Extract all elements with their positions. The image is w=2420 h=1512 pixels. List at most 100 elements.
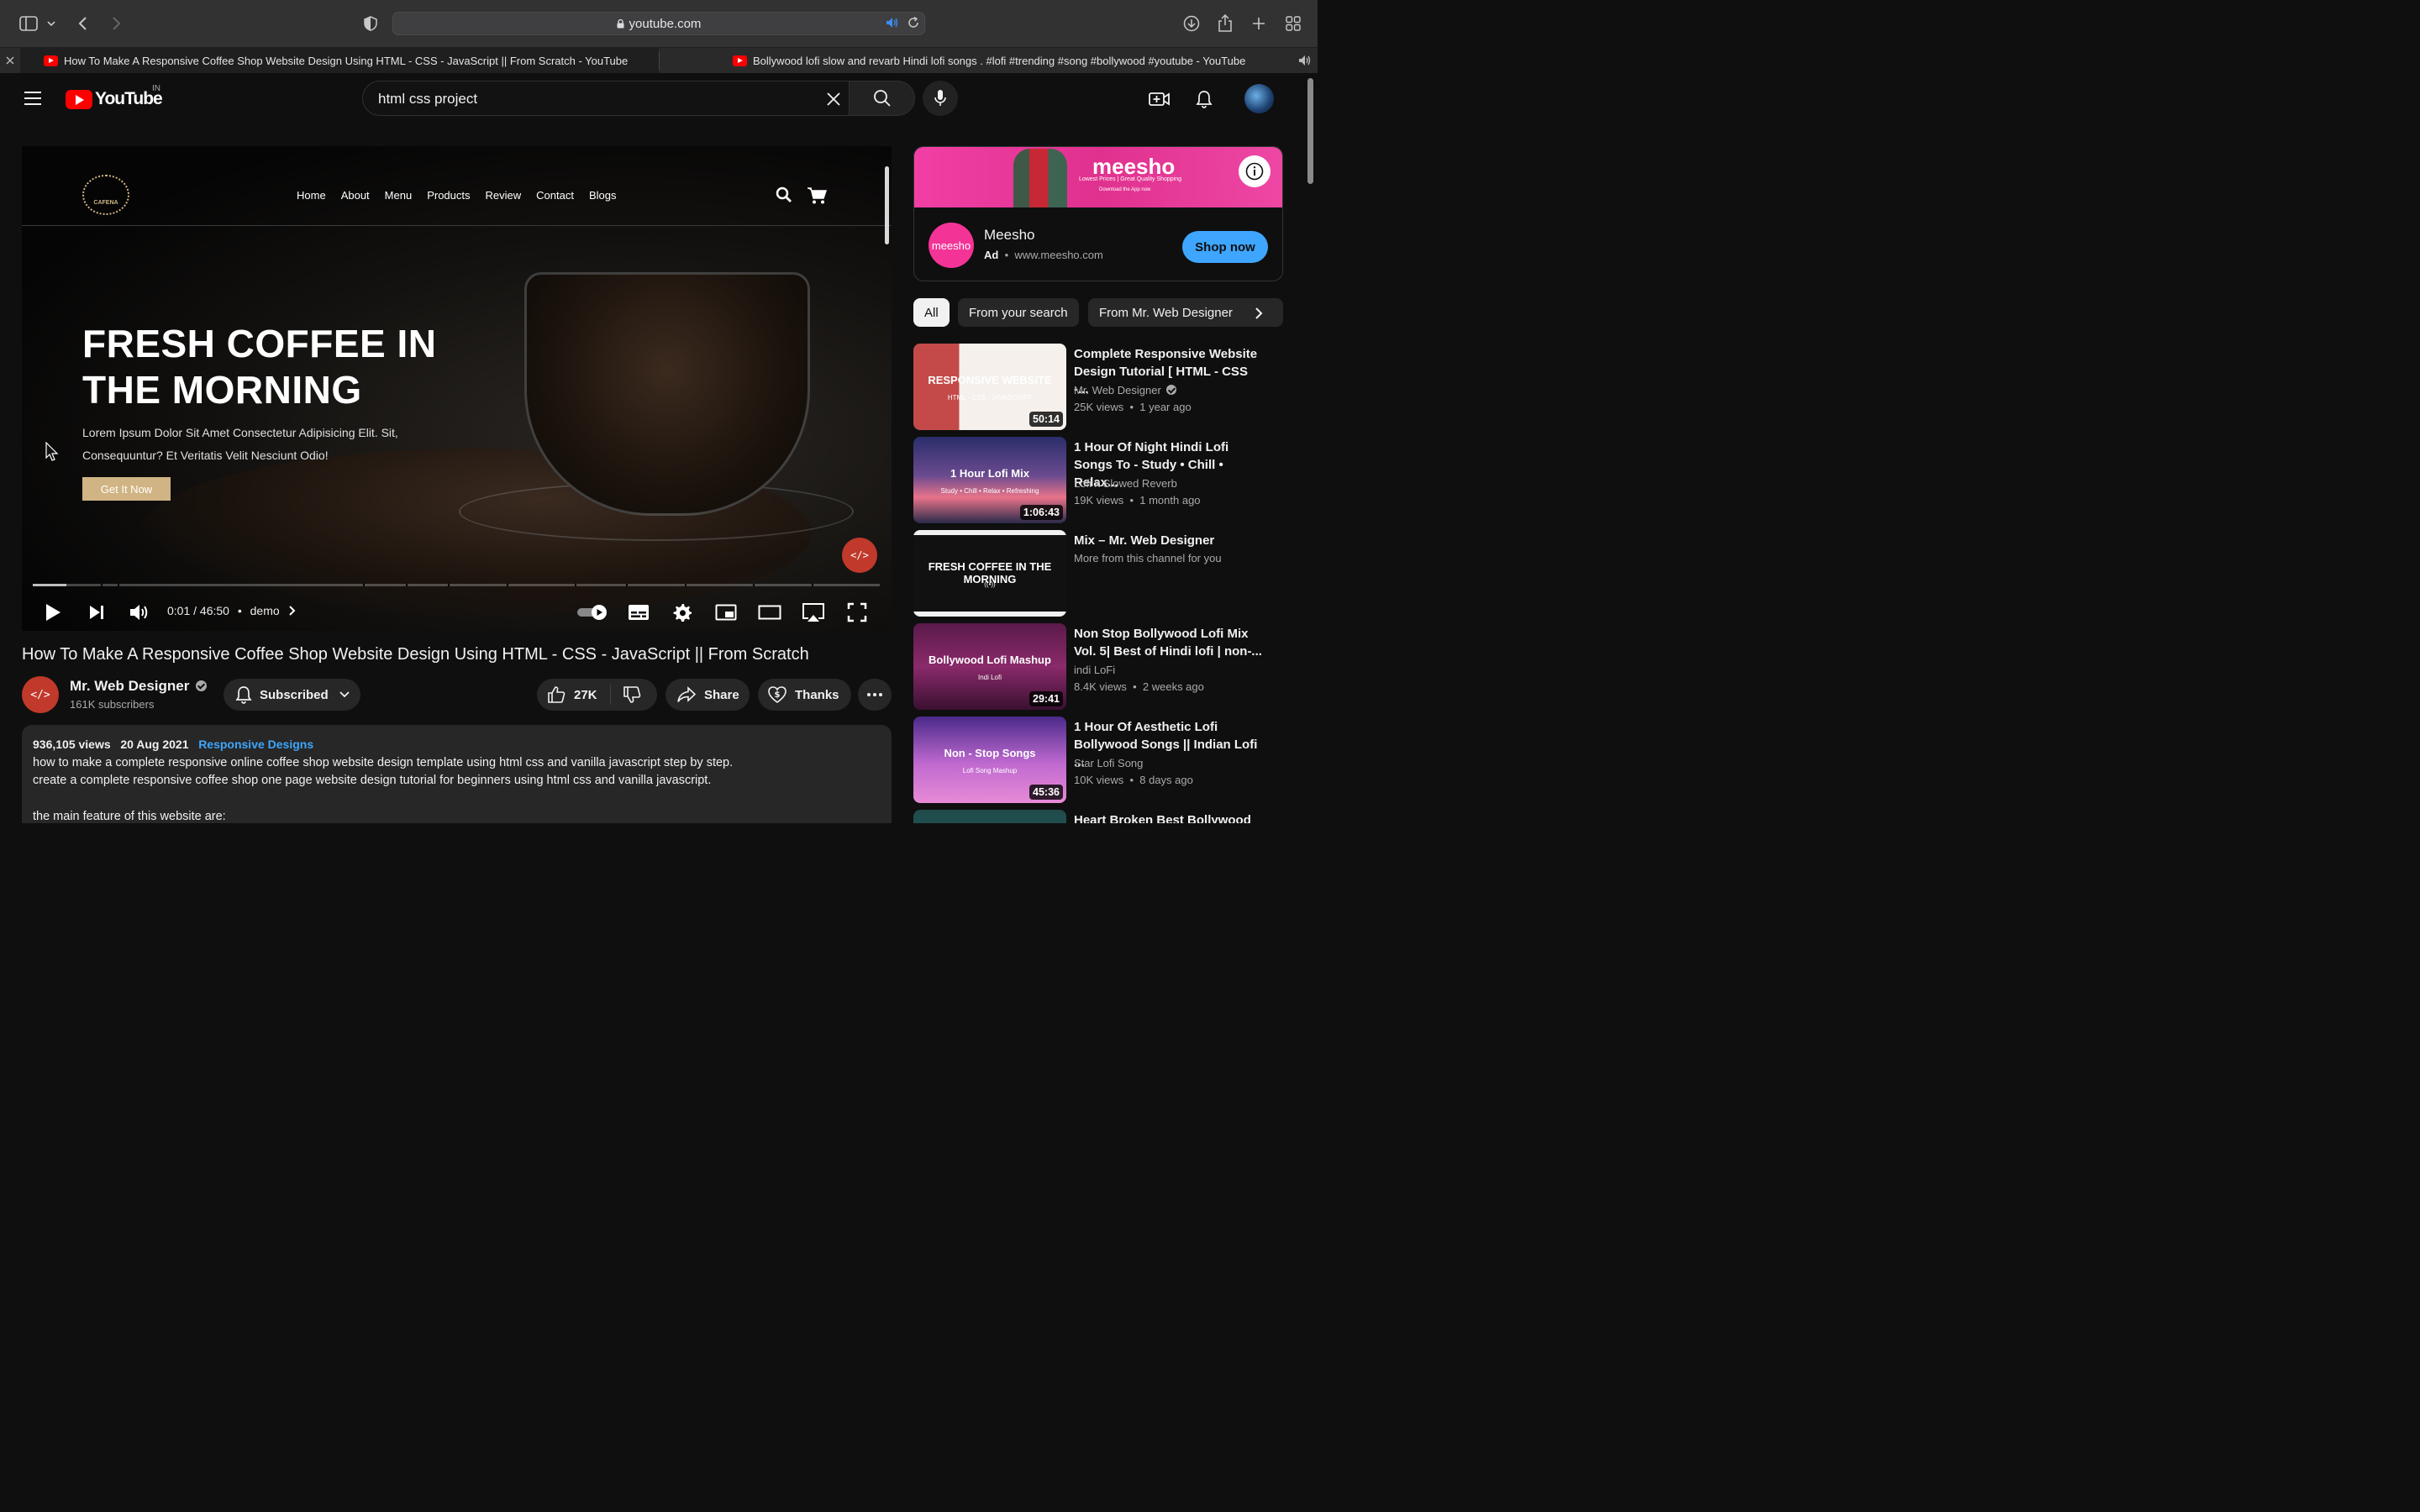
settings-button[interactable]	[668, 598, 697, 627]
share-icon[interactable]	[1213, 12, 1237, 35]
speaker-icon[interactable]	[1298, 55, 1312, 71]
ad-logo[interactable]: meesho	[929, 223, 974, 268]
chip-from-your-search[interactable]: From your search	[958, 298, 1079, 327]
notifications-bell-icon[interactable]	[1192, 87, 1216, 111]
downloads-icon[interactable]	[1180, 12, 1203, 35]
ad-banner[interactable]: meesho Lowest Prices | Great Quality Sho…	[914, 147, 1282, 207]
menu-icon[interactable]	[24, 92, 41, 105]
chevron-down-icon[interactable]	[42, 12, 60, 35]
recommendation-meta: 19K views • 1 month ago	[1074, 494, 1201, 507]
recommendation-channel[interactable]: Lofi x Slowed Reverb	[1074, 477, 1177, 490]
time-display: 0:01 / 46:50 • demo	[167, 604, 297, 617]
video-thumbnail[interactable]: Non - Stop Songs Lofi Song Mashup 45:36	[913, 717, 1066, 803]
channel-name-row[interactable]: Mr. Web Designer	[70, 678, 208, 695]
thanks-button[interactable]: $ Thanks	[758, 679, 851, 711]
recommendation-channel-row[interactable]: Star Lofi Song	[1074, 757, 1143, 769]
hero-title: FRESH COFFEE IN THE MORNING	[82, 321, 437, 413]
video-thumbnail[interactable]: RESPONSIVE WEBSITE HTML - CSS - JAVASCRIP…	[913, 344, 1066, 430]
tab-overview-icon[interactable]	[1281, 12, 1305, 35]
clear-search-icon[interactable]	[823, 89, 844, 109]
channel-avatar[interactable]: </>	[22, 676, 59, 713]
recommendation-item[interactable]: FRESH COFFEE IN THE MORNING ((•)) Mix – Mr…	[913, 530, 1283, 617]
hashtag-link[interactable]: Responsive Designs	[198, 738, 313, 751]
dislike-button[interactable]	[611, 685, 641, 704]
address-bar[interactable]: youtube.com	[392, 12, 925, 35]
tab-coffee-shop[interactable]: How To Make A Responsive Coffee Shop Web…	[20, 48, 659, 74]
recommendation-title[interactable]: Heart Broken Best Bollywood	[1074, 811, 1263, 823]
subscribed-button[interactable]: Subscribed	[224, 679, 360, 711]
recommendation-channel-row[interactable]: More from this channel for you	[1074, 552, 1222, 564]
recommendation-title[interactable]: Mix – Mr. Web Designer	[1074, 532, 1263, 549]
account-avatar[interactable]	[1244, 84, 1274, 113]
play-button[interactable]	[39, 598, 67, 627]
chip-all[interactable]: All	[913, 298, 950, 327]
chapter-title[interactable]: demo	[250, 604, 280, 617]
shield-icon[interactable]	[359, 12, 382, 35]
airplay-button[interactable]	[799, 598, 828, 627]
video-thumbnail[interactable]: Bollywood Lofi Mashup Indi Lofi 29:41	[913, 623, 1066, 710]
miniplayer-button[interactable]	[712, 598, 740, 627]
share-button[interactable]: Share	[666, 679, 750, 711]
back-icon[interactable]	[71, 12, 95, 35]
forward-icon[interactable]	[104, 12, 128, 35]
voice-search-button[interactable]	[923, 81, 958, 116]
recommendation-channel[interactable]: More from this channel for you	[1074, 552, 1222, 564]
recommendation-item[interactable]: 1 Hour Lofi Mix Study • Chill • Relax • R…	[913, 437, 1283, 523]
recommendation-channel-row[interactable]: Lofi x Slowed Reverb	[1074, 477, 1177, 490]
search-icon	[873, 90, 891, 107]
chapter-marker	[363, 584, 366, 586]
theater-mode-button[interactable]	[755, 598, 784, 627]
chevron-right-icon[interactable]	[1248, 302, 1269, 323]
video-thumbnail[interactable]: 1 Hour Lofi Mix Study • Chill • Relax • R…	[913, 437, 1066, 523]
recommendation-channel[interactable]: indi LoFi	[1074, 664, 1115, 676]
video-thumbnail[interactable]: FRESH COFFEE IN THE MORNING ((•))	[913, 530, 1066, 617]
audio-playing-icon[interactable]	[886, 17, 899, 33]
channel-watermark[interactable]: </>	[842, 538, 877, 573]
miniplayer-icon	[715, 604, 737, 621]
thumbnail-title: 1 Hour Lofi Mix	[950, 467, 1029, 480]
sidebar-toggle-icon[interactable]	[17, 12, 40, 35]
recommendation-channel[interactable]: Mr. Web Designer	[1074, 384, 1161, 396]
reload-icon[interactable]	[908, 16, 919, 33]
channel-name[interactable]: Mr. Web Designer	[70, 678, 189, 694]
video-thumbnail[interactable]	[913, 810, 1066, 823]
lock-icon	[617, 19, 624, 29]
recommendation-channel[interactable]: Star Lofi Song	[1074, 757, 1143, 769]
recommendation-title[interactable]: Non Stop Bollywood Lofi Mix Vol. 5| Best…	[1074, 625, 1263, 660]
recommendation-channel-row[interactable]: Mr. Web Designer	[1074, 384, 1176, 396]
volume-button[interactable]	[125, 598, 154, 627]
page-scrollbar-thumb[interactable]	[1307, 78, 1313, 184]
shop-now-button[interactable]: Shop now	[1182, 231, 1268, 263]
youtube-header: YouTube IN html css project	[0, 73, 1302, 125]
youtube-logo[interactable]: YouTube IN	[66, 84, 163, 109]
create-video-icon[interactable]	[1148, 87, 1171, 111]
search-input[interactable]: html css project	[362, 81, 850, 116]
like-button[interactable]: 27K	[537, 685, 610, 704]
more-actions-button[interactable]	[858, 679, 892, 711]
chapter-marker	[575, 584, 577, 586]
ad-domain: www.meesho.com	[1014, 249, 1103, 261]
description-box[interactable]: 936,105 views 20 Aug 2021 Responsive Des…	[22, 725, 892, 823]
ad-card[interactable]: meesho Lowest Prices | Great Quality Sho…	[913, 146, 1283, 281]
recommendation-age: 1 year ago	[1139, 401, 1192, 413]
page-scrollbar[interactable]	[1305, 73, 1318, 823]
demo-nav-link: Home	[297, 189, 326, 202]
ad-info-button[interactable]	[1239, 155, 1270, 187]
search-button[interactable]	[850, 81, 915, 116]
recommendation-item[interactable]: Heart Broken Best Bollywood	[913, 810, 1283, 823]
recommendation-item[interactable]: Bollywood Lofi Mashup Indi Lofi 29:41 Non S…	[913, 623, 1283, 710]
subtitles-button[interactable]	[624, 598, 653, 627]
tab-bollywood-lofi[interactable]: Bollywood lofi slow and revarb Hindi lof…	[660, 48, 1294, 74]
recommendation-meta: 8.4K views • 2 weeks ago	[1074, 680, 1204, 693]
fullscreen-button[interactable]	[843, 598, 871, 627]
recommendation-item[interactable]: RESPONSIVE WEBSITE HTML - CSS - JAVASCRIP…	[913, 344, 1283, 430]
progress-bar[interactable]	[33, 584, 880, 586]
new-tab-icon[interactable]	[1247, 12, 1270, 35]
autoplay-toggle[interactable]	[576, 598, 609, 627]
recommendation-views: 25K views	[1074, 401, 1124, 413]
recommendation-channel-row[interactable]: indi LoFi	[1074, 664, 1115, 676]
next-button[interactable]	[82, 598, 111, 627]
close-tab-icon[interactable]	[5, 55, 15, 70]
recommendation-item[interactable]: Non - Stop Songs Lofi Song Mashup 45:36 1 H…	[913, 717, 1283, 803]
video-player[interactable]: CAFENA Home About Menu Products Review Contac…	[22, 146, 892, 631]
